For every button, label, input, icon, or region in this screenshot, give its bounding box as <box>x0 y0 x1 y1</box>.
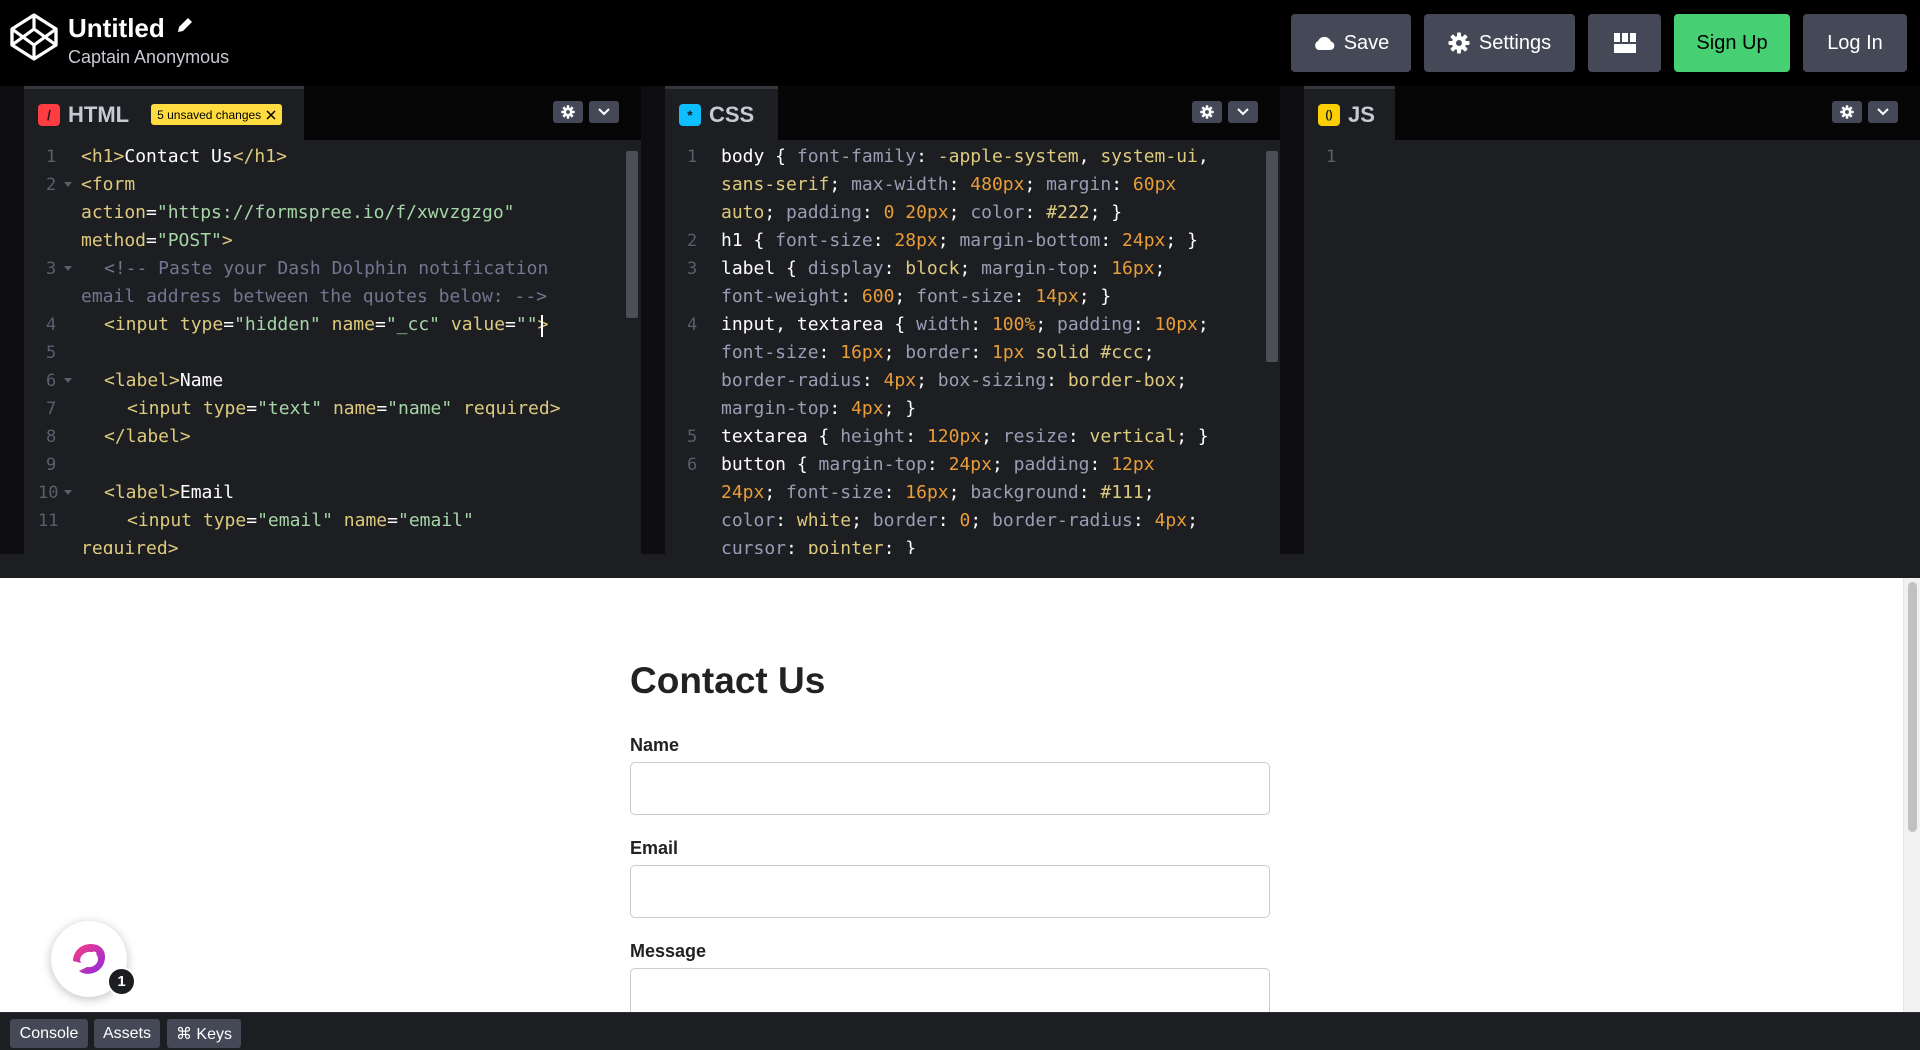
line-number: 1 <box>1326 147 1337 167</box>
save-button[interactable]: Save <box>1291 14 1411 72</box>
save-label: Save <box>1343 31 1390 54</box>
tab-js[interactable]: () JS <box>1304 86 1395 140</box>
gear-icon <box>561 105 575 119</box>
unsaved-changes-text: 5 unsaved changes <box>157 107 262 122</box>
fold-arrow-icon[interactable] <box>64 182 72 187</box>
message-field[interactable] <box>630 968 1270 1012</box>
css-collapse-button[interactable] <box>1228 101 1258 123</box>
js-badge-icon: () <box>1318 103 1340 126</box>
chevron-down-icon <box>1877 108 1889 116</box>
log-in-button[interactable]: Log In <box>1803 14 1907 72</box>
title-block: Untitled Captain Anonymous <box>68 12 229 68</box>
chevron-down-icon <box>1237 108 1249 116</box>
html-badge-icon: / <box>38 103 60 126</box>
html-tab-label: HTML <box>68 101 130 127</box>
line-number: 1 <box>687 147 698 167</box>
chevron-down-icon <box>598 108 610 116</box>
sign-up-button[interactable]: Sign Up <box>1674 14 1790 72</box>
keys-button[interactable]: ⌘ Keys <box>167 1019 241 1048</box>
css-scrollbar[interactable] <box>1266 151 1278 362</box>
settings-button[interactable]: Settings <box>1424 14 1575 72</box>
css-code-area[interactable]: 1 2 3 4 5 6 body { font-family: -apple-s… <box>665 140 1280 554</box>
css-badge-icon: * <box>679 103 701 126</box>
preview-scrollbar[interactable] <box>1903 578 1920 1012</box>
editor-resizer[interactable] <box>641 86 665 554</box>
html-scrollbar[interactable] <box>626 151 638 318</box>
line-number: 11 <box>38 511 59 531</box>
message-label: Message <box>630 941 707 961</box>
tab-html[interactable]: / HTML 5 unsaved changes <box>24 86 305 140</box>
css-settings-button[interactable] <box>1192 101 1222 123</box>
js-editor: () JS 1 <box>1304 86 1920 554</box>
fold-arrow-icon[interactable] <box>64 490 72 495</box>
codepen-logo-icon[interactable] <box>9 12 59 62</box>
js-editor-header: () JS <box>1304 86 1920 140</box>
name-label: Name <box>630 735 680 755</box>
editor-resizer[interactable] <box>1280 86 1304 554</box>
top-bar: Untitled Captain Anonymous Save Settings… <box>0 0 1920 86</box>
gear-icon <box>1200 105 1214 119</box>
html-editor: / HTML 5 unsaved changes 1 2 3 4 5 6 7 8 <box>24 86 641 554</box>
assets-button[interactable]: Assets <box>94 1019 160 1048</box>
text-cursor <box>541 315 543 337</box>
console-button[interactable]: Console <box>10 1019 88 1048</box>
line-number: 2 <box>46 175 57 195</box>
fold-arrow-icon[interactable] <box>64 266 72 271</box>
preview-resizer[interactable] <box>0 554 1920 578</box>
layout-grid-icon <box>1613 33 1636 53</box>
editor-resizer[interactable] <box>0 86 24 554</box>
gear-icon <box>1448 32 1470 54</box>
js-code-area[interactable]: 1 <box>1304 140 1920 554</box>
gear-icon <box>1840 105 1854 119</box>
line-number: 3 <box>46 259 57 279</box>
change-view-button[interactable] <box>1588 14 1661 72</box>
email-label: Email <box>630 838 679 858</box>
line-number: 7 <box>46 399 57 419</box>
settings-label: Settings <box>1478 31 1552 54</box>
html-settings-button[interactable] <box>553 101 583 123</box>
cloud-icon <box>1314 36 1335 51</box>
pencil-icon[interactable] <box>175 15 195 35</box>
css-editor: * CSS 1 2 3 4 5 6 body { font-family: -a… <box>665 86 1280 554</box>
js-settings-button[interactable] <box>1832 101 1862 123</box>
bottom-bar: Console Assets ⌘ Keys <box>0 1012 1920 1050</box>
preview-scroll-thumb[interactable] <box>1908 582 1917 832</box>
pen-author: Captain Anonymous <box>68 47 230 67</box>
line-number: 9 <box>46 455 57 475</box>
html-collapse-button[interactable] <box>589 101 619 123</box>
pen-title[interactable]: Untitled <box>68 12 165 44</box>
css-editor-header: * CSS <box>665 86 1280 140</box>
line-number: 4 <box>46 315 57 335</box>
editor-area: / HTML 5 unsaved changes 1 2 3 4 5 6 7 8 <box>0 86 1920 554</box>
tab-css[interactable]: * CSS <box>665 86 779 140</box>
js-collapse-button[interactable] <box>1868 101 1898 123</box>
email-field[interactable] <box>630 865 1270 918</box>
line-number: 5 <box>687 427 698 447</box>
line-number: 2 <box>687 231 698 251</box>
close-icon[interactable] <box>266 109 276 120</box>
line-number: 10 <box>38 483 59 503</box>
page-title: Contact Us <box>630 660 826 701</box>
dolphin-logo-icon <box>73 943 105 974</box>
line-number: 6 <box>687 455 698 475</box>
js-tab-label: JS <box>1348 101 1375 127</box>
result-preview: Contact Us Name Email Message <box>0 578 1920 1012</box>
line-number: 1 <box>46 147 57 167</box>
line-number: 4 <box>687 315 698 335</box>
unsaved-changes-badge[interactable]: 5 unsaved changes <box>151 104 283 125</box>
notification-count-badge: 1 <box>107 967 136 996</box>
fold-arrow-icon[interactable] <box>64 378 72 383</box>
html-code-area[interactable]: 1 2 3 4 5 6 7 8 9 10 11 <h1>Contact Us</… <box>24 140 641 554</box>
css-tab-label: CSS <box>709 101 755 127</box>
line-number: 5 <box>46 343 57 363</box>
html-editor-header: / HTML 5 unsaved changes <box>24 86 641 140</box>
name-field[interactable] <box>630 762 1270 815</box>
line-number: 3 <box>687 259 698 279</box>
line-number: 8 <box>46 427 57 447</box>
line-number: 6 <box>46 371 57 391</box>
